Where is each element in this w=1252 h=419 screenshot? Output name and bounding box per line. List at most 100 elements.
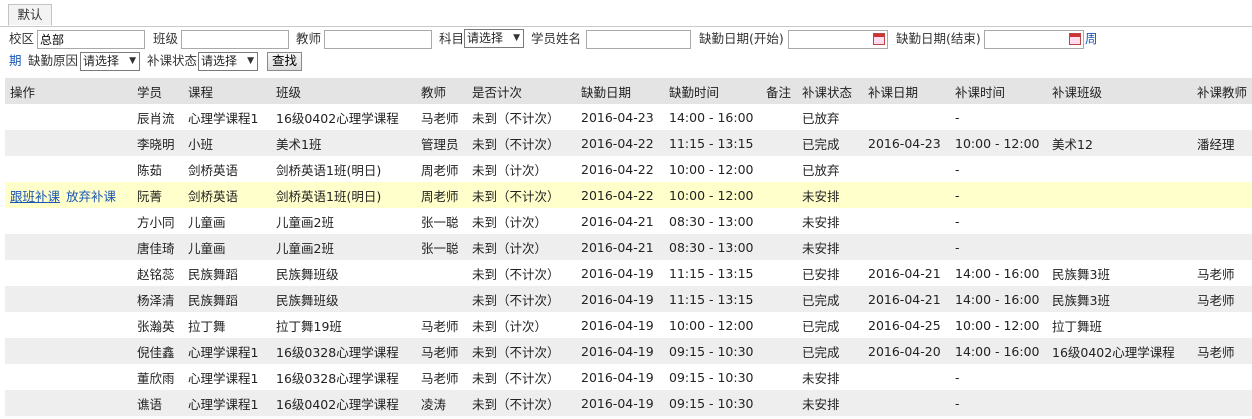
cell-makeup-class bbox=[1047, 390, 1192, 416]
tab-default[interactable]: 默认 bbox=[8, 4, 52, 26]
column-header: 缺勤时间 bbox=[664, 78, 761, 104]
week-link[interactable]: 周 bbox=[1085, 29, 1098, 49]
cell-actions: 跟班补课 放弃补课 bbox=[5, 182, 132, 208]
cell-student: 赵铭蕊 bbox=[137, 266, 175, 282]
cell-makeup-date bbox=[863, 390, 950, 416]
cell-teacher: 马老师 bbox=[416, 338, 467, 364]
period-link[interactable]: 期 bbox=[9, 51, 22, 71]
cell-makeup-class bbox=[1047, 182, 1192, 208]
cell-absence-date: 2016-04-21 bbox=[576, 234, 664, 260]
cell-class: 民族舞班级 bbox=[276, 266, 339, 282]
cell-absence-time: 11:15 - 13:15 bbox=[669, 265, 754, 281]
cell-actions bbox=[5, 338, 132, 364]
tab-bar: 默认 bbox=[0, 0, 1252, 27]
cell-note bbox=[761, 104, 797, 130]
cell-actions bbox=[5, 260, 132, 286]
cell-makeup-teacher bbox=[1192, 312, 1252, 338]
cell-class: 16级0402心理学课程 bbox=[271, 390, 416, 416]
cell-makeup-date bbox=[863, 364, 950, 390]
cell-student: 张瀚英 bbox=[137, 318, 175, 334]
cell-makeup-teacher bbox=[1192, 182, 1252, 208]
cell-course: 儿童画 bbox=[188, 214, 226, 230]
table-row: 辰肖流 心理学课程1 16级0402心理学课程 马老师 未到（不计次） 2016-04-2… bbox=[5, 104, 1252, 130]
cell-teacher: 周老师 bbox=[421, 162, 459, 178]
cell-makeup-teacher: 马老师 bbox=[1192, 286, 1252, 312]
class-label: 班级 bbox=[153, 31, 179, 46]
abandon-makeup-link[interactable]: 放弃补课 bbox=[66, 189, 116, 204]
calendar-icon[interactable] bbox=[873, 33, 885, 45]
cell-absence-time: 09:15 - 10:30 bbox=[669, 369, 754, 385]
makeup-status-select[interactable]: 请选择 ▼ bbox=[198, 52, 258, 71]
absence-reason-label: 缺勤原因 bbox=[28, 53, 79, 68]
campus-input[interactable] bbox=[37, 30, 145, 49]
cell-makeup-date bbox=[863, 156, 950, 182]
student-name-label: 学员姓名 bbox=[531, 31, 582, 46]
cell-makeup-teacher: 马老师 bbox=[1197, 266, 1235, 282]
cell-student: 陈茹 bbox=[137, 162, 163, 178]
cell-makeup-teacher bbox=[1192, 208, 1252, 234]
cell-student: 杨泽清 bbox=[132, 286, 183, 312]
cell-note bbox=[761, 338, 797, 364]
cell-absence-date: 2016-04-22 bbox=[576, 182, 664, 208]
cell-student: 李晓明 bbox=[132, 130, 183, 156]
cell-makeup-date: 2016-04-21 bbox=[863, 286, 950, 312]
cell-count-type: 未到（不计次） bbox=[467, 338, 576, 364]
cell-makeup-date bbox=[863, 182, 950, 208]
cell-makeup-teacher bbox=[1192, 234, 1252, 260]
cell-absence-time: 10:00 - 12:00 bbox=[669, 317, 754, 333]
cell-makeup-time: - bbox=[950, 234, 1047, 260]
teacher-input[interactable] bbox=[324, 30, 432, 49]
cell-note bbox=[761, 286, 797, 312]
student-name-input[interactable] bbox=[586, 30, 691, 49]
cell-student: 唐佳琦 bbox=[132, 234, 183, 260]
cell-course: 拉丁舞 bbox=[188, 318, 226, 334]
cell-absence-date: 2016-04-19 bbox=[581, 369, 654, 385]
cell-absence-date: 2016-04-19 bbox=[576, 338, 664, 364]
makeup-status-label: 补课状态 bbox=[147, 53, 198, 68]
cell-note bbox=[761, 182, 797, 208]
class-input[interactable] bbox=[181, 30, 289, 49]
absence-date-start-input[interactable] bbox=[788, 30, 888, 49]
absence-reason-select[interactable]: 请选择 ▼ bbox=[80, 52, 140, 71]
cell-course: 民族舞蹈 bbox=[183, 286, 271, 312]
table-header-row: 操作 学员 课程 班级 教师 是否计次 缺勤日期 缺勤时间 备注 补课状态 补课… bbox=[5, 78, 1252, 104]
absence-date-end-input[interactable] bbox=[984, 30, 1084, 49]
cell-note bbox=[761, 234, 797, 260]
cell-course: 民族舞蹈 bbox=[188, 266, 239, 282]
cell-makeup-date: 2016-04-21 bbox=[868, 265, 941, 281]
cell-class: 16级0328心理学课程 bbox=[271, 338, 416, 364]
cell-student: 董欣雨 bbox=[137, 370, 175, 386]
cell-makeup-time: - bbox=[950, 182, 1047, 208]
table-row: 方小同 儿童画 儿童画2班 张一聪 未到（计次） 2016-04-21 08:30 - 13… bbox=[5, 208, 1252, 234]
column-header: 学员 bbox=[132, 78, 183, 104]
cell-class: 儿童画2班 bbox=[271, 234, 416, 260]
cell-makeup-time: - bbox=[955, 161, 960, 177]
cell-absence-time: 09:15 - 10:30 bbox=[664, 338, 761, 364]
subject-select[interactable]: 请选择 ▼ bbox=[464, 29, 524, 48]
cell-class: 剑桥英语1班(明日) bbox=[271, 182, 416, 208]
cell-absence-time: 11:15 - 13:15 bbox=[664, 130, 761, 156]
cell-note bbox=[761, 130, 797, 156]
cell-makeup-teacher bbox=[1192, 364, 1252, 390]
cell-actions bbox=[5, 234, 132, 260]
cell-makeup-class bbox=[1047, 156, 1192, 182]
cell-note bbox=[761, 208, 797, 234]
cell-absence-time: 10:00 - 12:00 bbox=[669, 161, 754, 177]
search-button[interactable]: 查找 bbox=[267, 52, 303, 71]
cell-student: 方小同 bbox=[137, 214, 175, 230]
cell-course: 小班 bbox=[183, 130, 271, 156]
cell-course: 儿童画 bbox=[183, 234, 271, 260]
table-row: 谯语 心理学课程1 16级0402心理学课程 凌涛 未到（不计次） 2016-04-19 0… bbox=[5, 390, 1252, 416]
chevron-down-icon: ▼ bbox=[247, 56, 254, 66]
cell-count-type: 未到（计次） bbox=[472, 162, 548, 178]
follow-class-makeup-link[interactable]: 跟班补课 bbox=[10, 189, 60, 204]
cell-count-type: 未到（计次） bbox=[467, 234, 576, 260]
cell-class: 剑桥英语1班(明日) bbox=[276, 162, 382, 178]
cell-makeup-time: - bbox=[955, 213, 960, 229]
column-header: 补课教师 bbox=[1192, 78, 1252, 104]
calendar-icon[interactable] bbox=[1069, 33, 1081, 45]
chevron-down-icon: ▼ bbox=[129, 56, 136, 66]
cell-teacher: 管理员 bbox=[416, 130, 467, 156]
cell-class: 美术1班 bbox=[271, 130, 416, 156]
cell-course: 心理学课程1 bbox=[183, 338, 271, 364]
